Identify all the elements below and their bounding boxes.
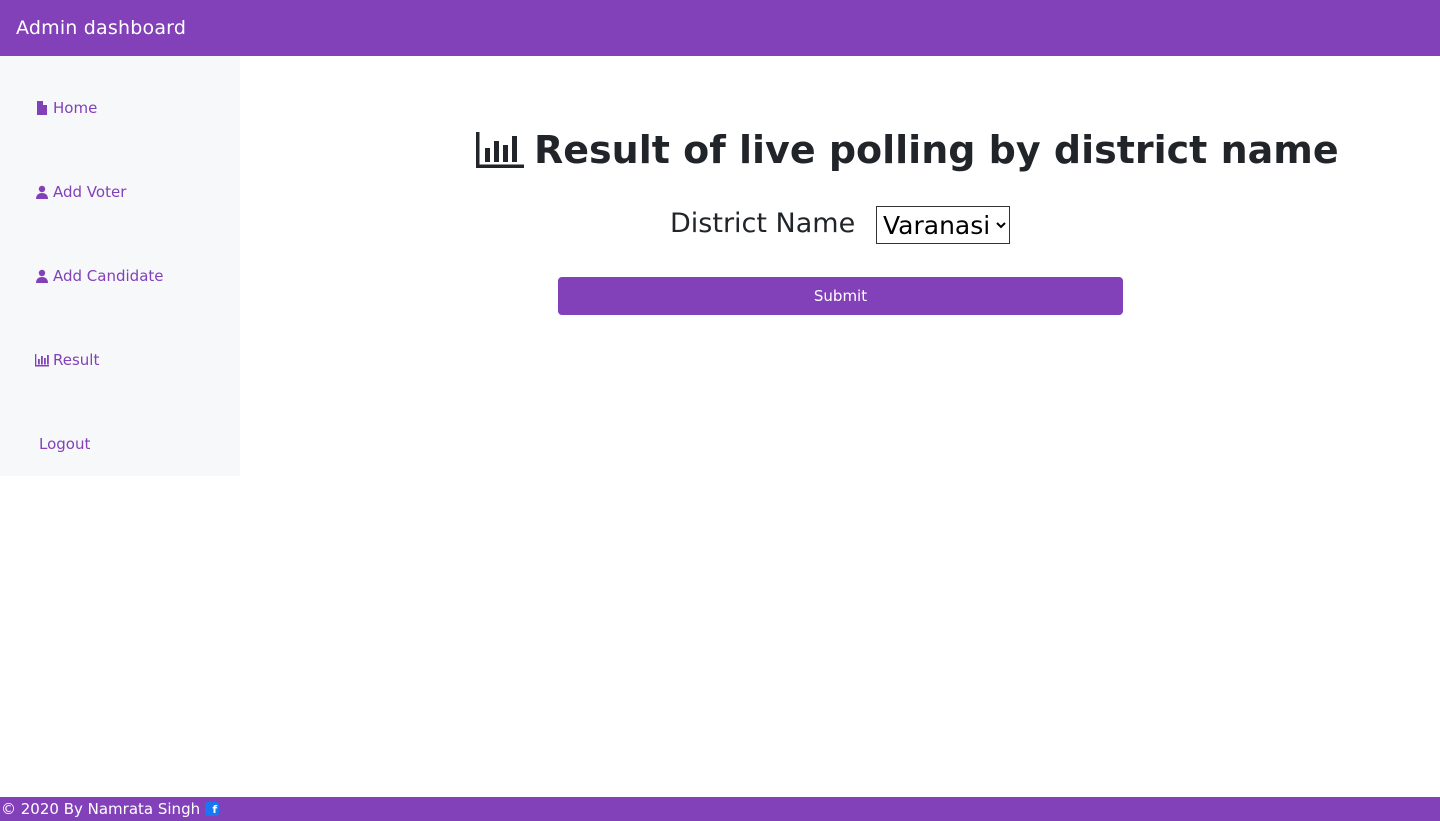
district-select[interactable]: Varanasi: [876, 206, 1010, 244]
sidebar-item-logout[interactable]: Logout: [39, 435, 90, 453]
sidebar: Home Add Voter Add Candidate Result Logo…: [0, 56, 240, 476]
top-navbar: Admin dashboard: [0, 0, 1440, 56]
page-title-text: Result of live polling by district name: [534, 128, 1339, 172]
footer-copyright: © 2020 By Namrata Singh: [1, 800, 201, 818]
facebook-icon[interactable]: f: [205, 802, 220, 816]
bar-chart-icon: [35, 353, 49, 367]
user-icon: [35, 269, 49, 283]
district-name-label: District Name: [670, 208, 856, 239]
sidebar-item-label: Home: [53, 99, 98, 117]
sidebar-item-add-voter[interactable]: Add Voter: [35, 183, 126, 201]
sidebar-item-label: Logout: [39, 435, 91, 453]
app-title[interactable]: Admin dashboard: [16, 17, 186, 39]
user-icon: [35, 185, 49, 199]
sidebar-item-result[interactable]: Result: [35, 351, 99, 369]
sidebar-item-label: Add Candidate: [53, 267, 164, 285]
sidebar-item-home[interactable]: Home: [35, 99, 97, 117]
file-icon: [35, 101, 49, 115]
bar-chart-icon: [476, 132, 524, 168]
footer: © 2020 By Namrata Singh f: [0, 797, 1440, 821]
sidebar-item-add-candidate[interactable]: Add Candidate: [35, 267, 164, 285]
page-title: Result of live polling by district name: [476, 128, 1339, 172]
sidebar-item-label: Result: [53, 351, 100, 369]
sidebar-item-label: Add Voter: [53, 183, 127, 201]
submit-button[interactable]: Submit: [558, 277, 1123, 315]
